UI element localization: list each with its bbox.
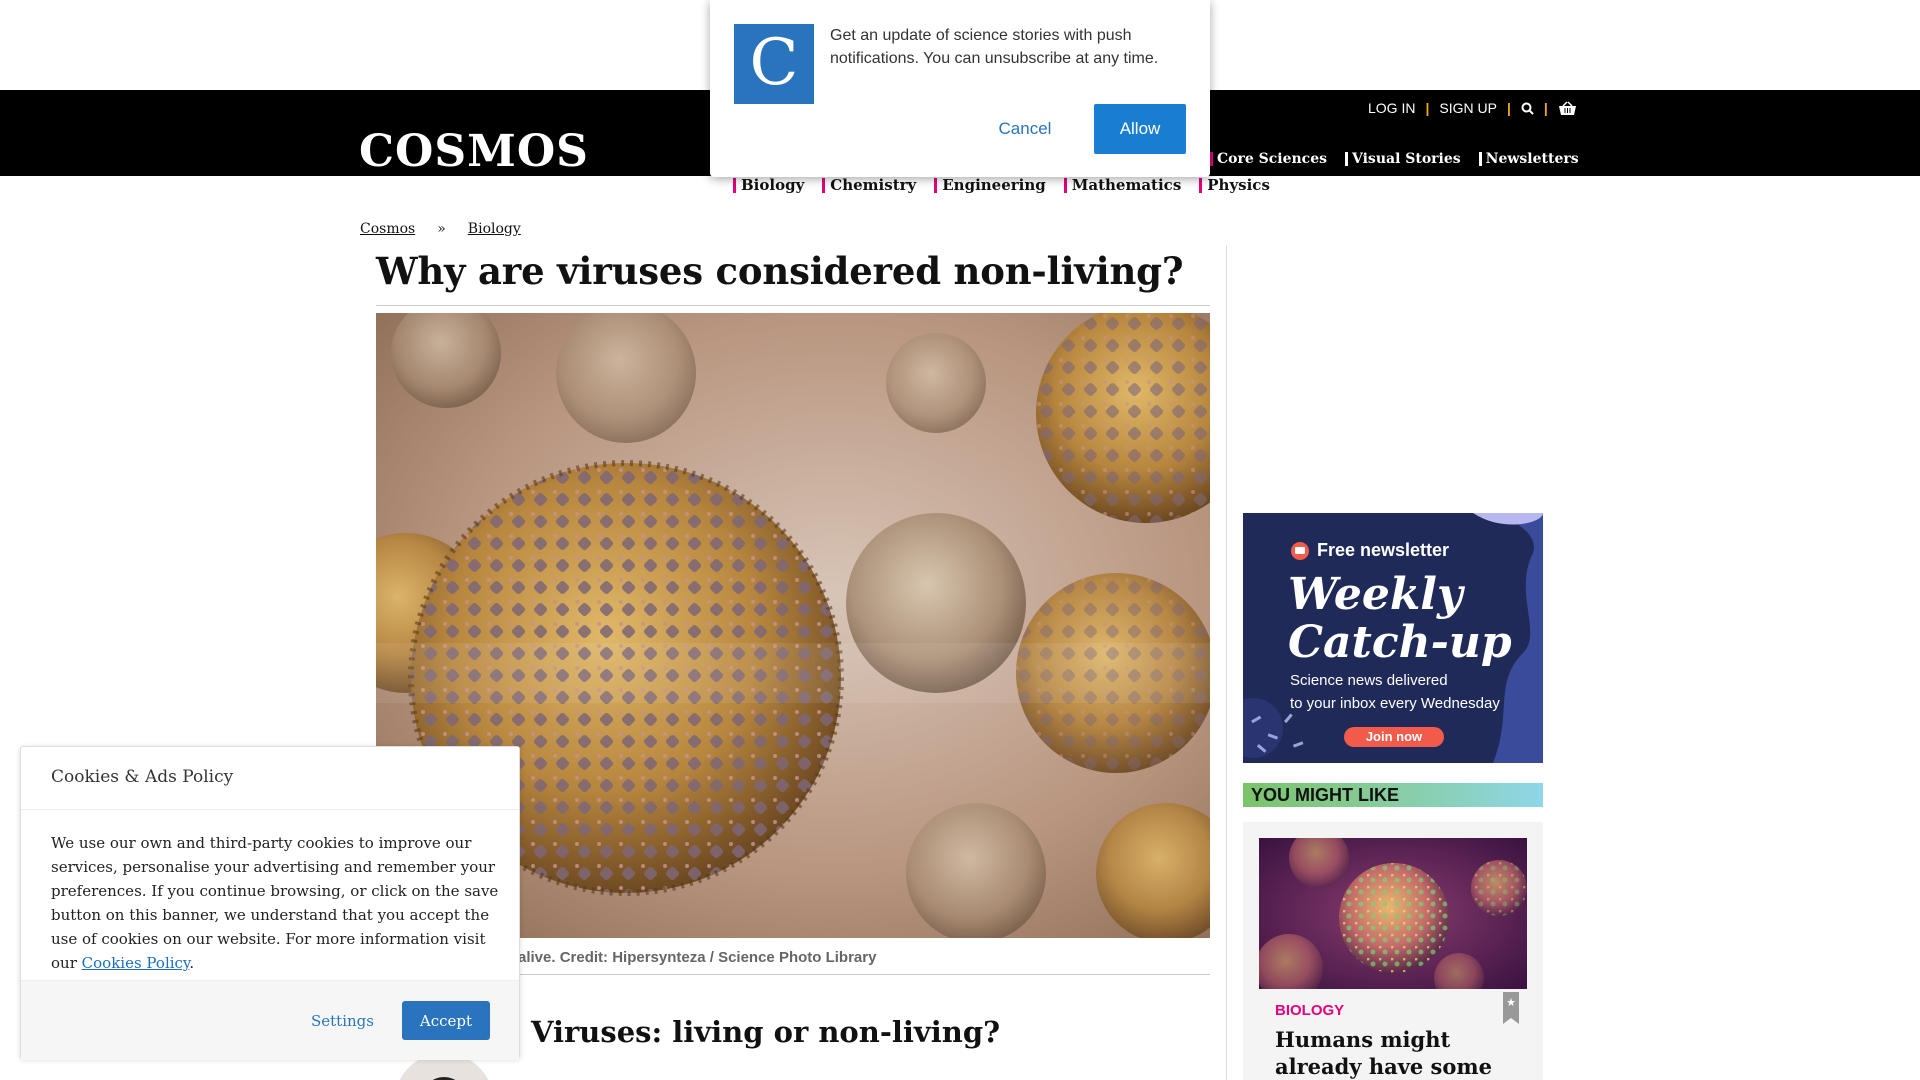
recommended-image[interactable]: [1259, 838, 1527, 989]
push-prompt-text: Get an update of science stories with pu…: [830, 27, 1159, 67]
recommended-card[interactable]: ★ BIOLOGY Humans might already have some: [1243, 822, 1543, 1080]
article-subheading: Viruses: living or non-living?: [531, 1015, 1001, 1049]
cookie-settings-button[interactable]: Settings: [311, 1012, 374, 1030]
column-divider: [1226, 245, 1227, 1080]
subnav-chemistry[interactable]: Chemistry: [822, 178, 916, 193]
breadcrumb: Cosmos » Biology: [360, 221, 521, 237]
push-notification-prompt: C Get an update of science stories with …: [710, 0, 1210, 177]
main-nav: Core Sciences Visual Stories Newsletters: [1210, 152, 1579, 166]
login-link[interactable]: LOG IN: [1368, 100, 1415, 116]
nav-newsletters[interactable]: Newsletters: [1478, 152, 1579, 166]
cookie-body-period: .: [189, 954, 195, 972]
cosmos-app-icon: C: [734, 24, 814, 104]
cookie-accept-button[interactable]: Accept: [402, 1001, 490, 1040]
you-might-like-heading: YOU MIGHT LIKE: [1243, 783, 1543, 807]
app-icon-letter: C: [749, 26, 799, 100]
cookie-body-text: We use our own and third-party cookies t…: [51, 834, 499, 972]
ad-title: Weekly Catch-up: [1288, 571, 1528, 667]
ad-title-line2: Catch-up: [1288, 617, 1512, 668]
cosmos-logo[interactable]: COSMOS: [359, 126, 589, 177]
ad-subtitle-line2: to your inbox every Wednesday: [1290, 695, 1500, 712]
search-icon[interactable]: [1521, 102, 1534, 115]
ad-subtitle: Science news delivered to your inbox eve…: [1290, 669, 1520, 715]
push-cancel-button[interactable]: Cancel: [988, 104, 1062, 154]
cookie-banner-title: Cookies & Ads Policy: [51, 767, 234, 787]
ad-free-label: Free newsletter: [1317, 540, 1450, 560]
ad-join-button[interactable]: Join now: [1344, 727, 1444, 747]
signup-link[interactable]: SIGN UP: [1439, 100, 1497, 116]
subnav-physics[interactable]: Physics: [1199, 178, 1270, 193]
bookmark-icon[interactable]: ★: [1503, 992, 1519, 1024]
article-title: Why are viruses considered non-living?: [376, 245, 1210, 306]
newsletter-ad[interactable]: Free newsletter Weekly Catch-up Science …: [1243, 513, 1543, 763]
ad-subtitle-line1: Science news delivered: [1290, 672, 1448, 689]
divider: [21, 809, 519, 810]
article: Why are viruses considered non-living? a…: [376, 245, 1210, 1080]
nav-core-sciences[interactable]: Core Sciences: [1210, 152, 1327, 166]
recommended-title[interactable]: Humans might already have some: [1275, 1026, 1505, 1080]
separator: |: [1506, 100, 1511, 116]
separator: |: [1543, 100, 1548, 116]
breadcrumb-cosmos[interactable]: Cosmos: [360, 221, 415, 237]
subnav-biology[interactable]: Biology: [733, 178, 804, 193]
subnav-engineering[interactable]: Engineering: [934, 178, 1046, 193]
recommended-category[interactable]: BIOLOGY: [1275, 1002, 1344, 1019]
breadcrumb-separator: »: [437, 221, 446, 237]
nav-visual-stories[interactable]: Visual Stories: [1345, 152, 1461, 166]
cookie-banner-footer: Settings Accept: [21, 980, 519, 1060]
sub-nav: Biology Chemistry Engineering Mathematic…: [733, 178, 1270, 193]
basket-icon[interactable]: [1558, 100, 1577, 116]
cookie-banner: Cookies & Ads Policy We use our own and …: [20, 746, 520, 1060]
utility-links: LOG IN | SIGN UP | |: [1368, 100, 1577, 116]
cookie-banner-body: We use our own and third-party cookies t…: [51, 831, 501, 975]
breadcrumb-biology[interactable]: Biology: [468, 221, 521, 237]
cookies-policy-link[interactable]: Cookies Policy: [82, 954, 190, 972]
separator: |: [1425, 100, 1430, 116]
ad-title-line1: Weekly: [1288, 569, 1463, 620]
subnav-mathematics[interactable]: Mathematics: [1063, 178, 1181, 193]
push-allow-button[interactable]: Allow: [1094, 104, 1186, 154]
